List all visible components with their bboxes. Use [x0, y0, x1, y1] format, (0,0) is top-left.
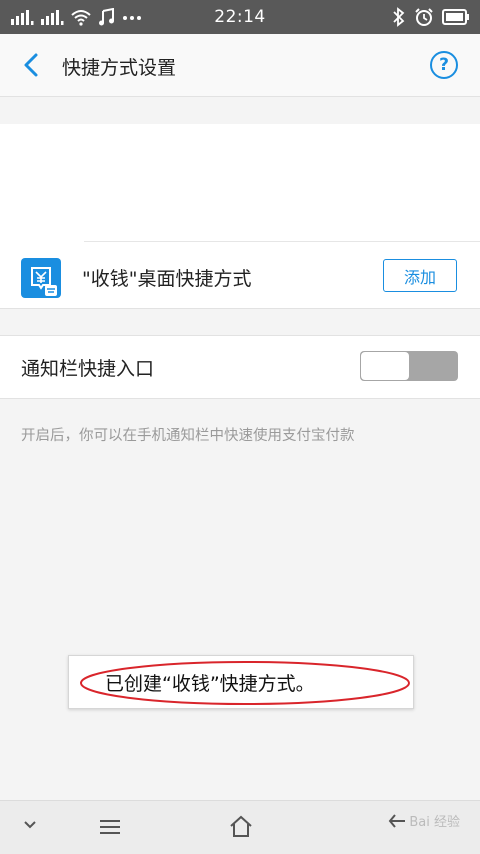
chevron-down-icon[interactable]	[22, 819, 38, 831]
back-arrow-icon[interactable]	[18, 52, 44, 78]
back-icon[interactable]	[387, 812, 407, 830]
toast-text: 已创建“收钱”快捷方式。	[105, 673, 315, 695]
app-header: 快捷方式设置 ?	[0, 34, 480, 97]
baidu-jingyan-watermark: Bai 经验	[387, 811, 460, 830]
desktop-shortcut-row: "收钱"桌面快捷方式 添加	[0, 242, 480, 309]
menu-icon[interactable]	[98, 817, 122, 837]
notification-shortcut-label: 通知栏快捷入口	[21, 358, 155, 380]
wallet-icon	[31, 267, 57, 296]
alipay-collect-app-icon	[21, 258, 61, 298]
home-icon[interactable]	[228, 814, 254, 838]
bluetooth-icon	[393, 7, 405, 27]
notification-shortcut-row: 通知栏快捷入口	[0, 335, 480, 399]
toggle-knob	[361, 352, 409, 380]
blank-panel	[0, 124, 480, 242]
status-bar: 22:14	[0, 0, 480, 34]
system-nav-bar: Bai 经验	[0, 800, 480, 854]
add-shortcut-button[interactable]: 添加	[383, 259, 457, 292]
notification-description: 开启后，你可以在手机通知栏中快速使用支付宝付款	[21, 428, 355, 444]
watermark-text: Bai 经验	[409, 815, 460, 830]
page-title: 快捷方式设置	[62, 57, 177, 79]
alarm-icon	[415, 8, 433, 26]
status-right-icons	[392, 6, 470, 28]
desktop-shortcut-label: "收钱"桌面快捷方式	[82, 268, 252, 290]
toast-message: 已创建“收钱”快捷方式。	[68, 655, 414, 709]
notification-shortcut-toggle[interactable]	[360, 351, 458, 381]
battery-icon	[442, 9, 469, 25]
help-button[interactable]: ?	[430, 51, 458, 79]
